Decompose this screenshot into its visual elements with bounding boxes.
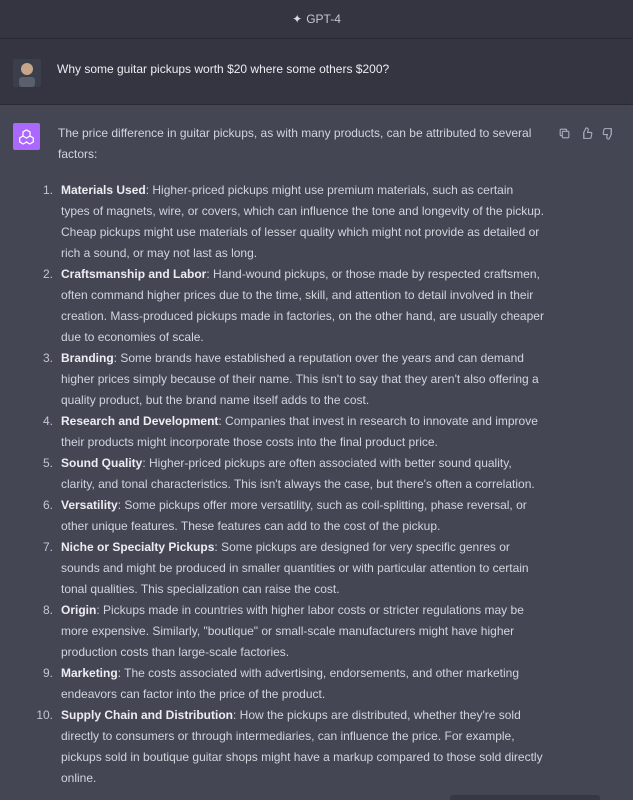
factor-item: 9. Marketing: The costs associated with a… xyxy=(43,663,545,705)
factor-item: 10. Supply Chain and Distribution: How th… xyxy=(36,705,545,789)
factor-title: Research and Development xyxy=(61,414,219,428)
user-message-row: Why some guitar pickups worth $20 where … xyxy=(0,39,633,105)
factor-text: : The costs associated with advertising,… xyxy=(61,666,520,701)
factor-number: 2. xyxy=(42,267,53,281)
user-avatar xyxy=(13,59,41,87)
factor-text: : Some pickups offer more versatility, s… xyxy=(61,498,527,533)
factor-number: 4. xyxy=(42,414,53,428)
factor-title: Versatility xyxy=(61,498,118,512)
factor-number: 8. xyxy=(42,603,53,617)
openai-logo-icon xyxy=(13,123,40,150)
factor-item: 3. Branding: Some brands have established… xyxy=(43,348,545,411)
factor-title: Origin xyxy=(61,603,97,617)
factor-item: 8. Origin: Pickups made in countries with… xyxy=(43,600,545,663)
user-message-text: Why some guitar pickups worth $20 where … xyxy=(57,62,390,76)
thumbs-down-icon[interactable] xyxy=(601,126,615,140)
factor-item: 4. Research and Development: Companies th… xyxy=(43,411,545,453)
factor-number: 6. xyxy=(42,498,53,512)
factor-item: 7. Niche or Specialty Pickups: Some picku… xyxy=(43,537,545,600)
factor-list: 1. Materials Used: Higher-priced pickups … xyxy=(36,180,545,789)
assistant-response: The price difference in guitar pickups, … xyxy=(36,123,545,789)
factor-title: Materials Used xyxy=(61,183,146,197)
factor-title: Sound Quality xyxy=(61,456,143,470)
factor-title: Craftsmanship and Labor xyxy=(61,267,207,281)
factor-number: 5. xyxy=(42,456,53,470)
thumbs-up-icon[interactable] xyxy=(579,126,593,140)
factor-text: : Some brands have established a reputat… xyxy=(61,351,539,407)
factor-number: 10. xyxy=(36,708,53,722)
bottom-panel-edge xyxy=(450,795,600,800)
message-actions xyxy=(557,126,615,140)
factor-title: Supply Chain and Distribution xyxy=(61,708,233,722)
factor-title: Niche or Specialty Pickups xyxy=(61,540,215,554)
model-name: GPT-4 xyxy=(306,12,341,26)
copy-icon[interactable] xyxy=(557,126,571,140)
model-header: ✦ GPT-4 xyxy=(0,0,633,39)
factor-text: : Pickups made in countries with higher … xyxy=(61,603,524,659)
factor-item: 2. Craftsmanship and Labor: Hand-wound pi… xyxy=(43,264,545,348)
sparkle-icon: ✦ xyxy=(292,12,303,26)
factor-number: 9. xyxy=(42,666,53,680)
factor-title: Marketing xyxy=(61,666,118,680)
factor-number: 7. xyxy=(42,540,53,554)
response-intro: The price difference in guitar pickups, … xyxy=(58,126,532,161)
factor-number: 1. xyxy=(42,183,53,197)
factor-title: Branding xyxy=(61,351,114,365)
factor-item: 6. Versatility: Some pickups offer more v… xyxy=(43,495,545,537)
assistant-message-row: The price difference in guitar pickups, … xyxy=(0,105,633,800)
factor-number: 3. xyxy=(42,351,53,365)
factor-item: 5. Sound Quality: Higher-priced pickups a… xyxy=(43,453,545,495)
factor-item: 1. Materials Used: Higher-priced pickups … xyxy=(43,180,545,264)
